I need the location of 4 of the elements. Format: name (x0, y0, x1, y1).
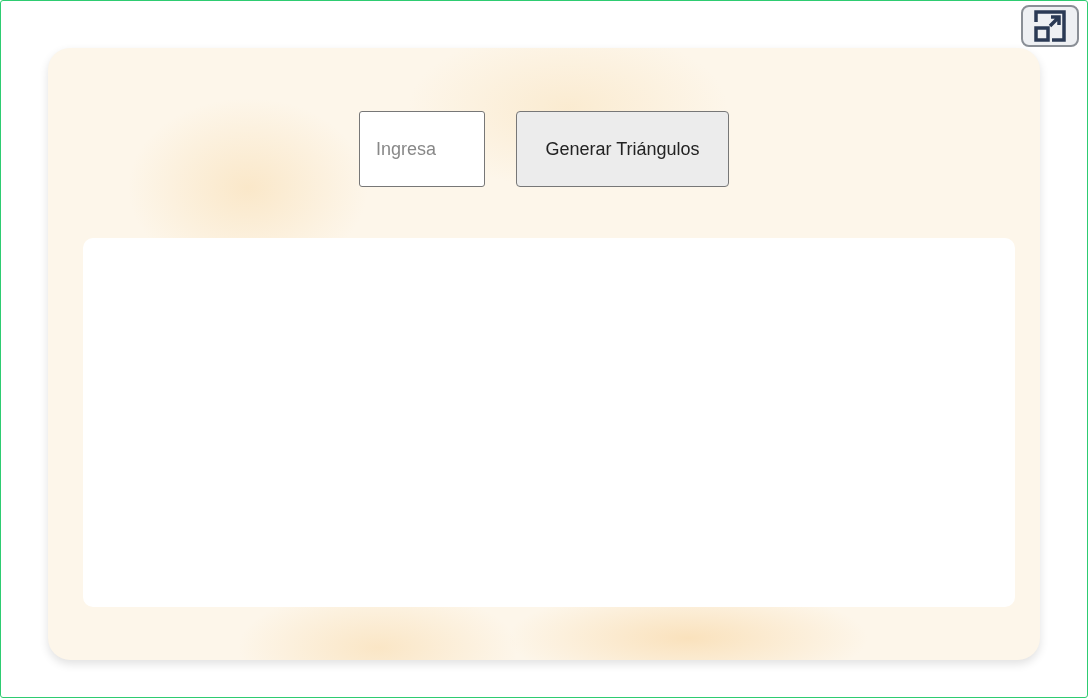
expand-icon (1032, 8, 1068, 44)
generate-button[interactable]: Generar Triángulos (516, 111, 729, 187)
fullscreen-button[interactable] (1021, 5, 1079, 47)
input-field[interactable]: Ingresa (359, 111, 485, 187)
